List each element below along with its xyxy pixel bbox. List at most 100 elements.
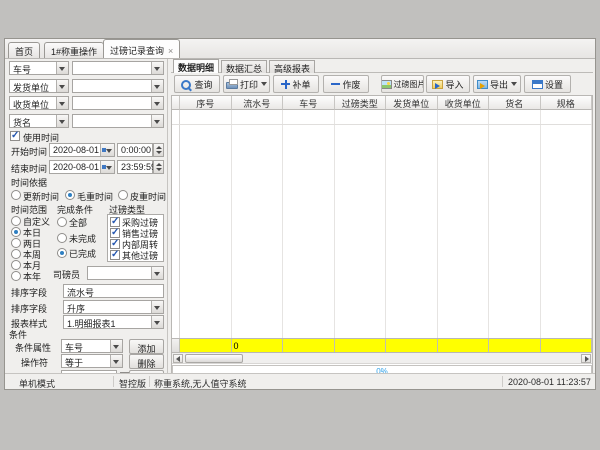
print-button[interactable]: 打印 bbox=[223, 75, 270, 93]
radio-finish-all[interactable] bbox=[57, 217, 67, 227]
export-button[interactable]: 导出 bbox=[473, 75, 521, 93]
radio-finish-incomplete[interactable] bbox=[57, 233, 67, 243]
weigher-row: 司磅员 bbox=[5, 266, 167, 280]
radio-update-time[interactable] bbox=[11, 190, 21, 200]
start-time-stepper[interactable] bbox=[153, 143, 164, 157]
minus-icon bbox=[331, 80, 340, 89]
tab-weigh-record-query[interactable]: 过磅记录查询× bbox=[103, 39, 180, 58]
tab-advanced-report[interactable]: 高级报表 bbox=[269, 60, 315, 73]
settings-button[interactable]: 设置 bbox=[524, 75, 571, 93]
filter-value-select-2[interactable] bbox=[72, 79, 164, 93]
end-time-row: 结束时间 2020-08-01 23:59:59 bbox=[5, 160, 167, 174]
filter-field-select-2[interactable]: 发货单位 bbox=[9, 79, 69, 93]
sort-order-select[interactable]: 升序 bbox=[63, 300, 164, 314]
operator-row: 操作符 等于 删除 bbox=[5, 354, 167, 368]
chevron-down-icon[interactable] bbox=[110, 340, 122, 352]
checkbox-purchase-weigh[interactable] bbox=[110, 217, 120, 227]
condition-attr-row: 条件属性 车号 添加 bbox=[5, 339, 167, 353]
chevron-down-icon[interactable] bbox=[56, 115, 68, 127]
radio-finish-complete[interactable] bbox=[57, 248, 67, 258]
report-style-select[interactable]: 1.明细报表1 bbox=[63, 315, 164, 329]
void-button[interactable]: 作废 bbox=[323, 75, 369, 93]
column-header-goods[interactable]: 货名 bbox=[489, 96, 541, 110]
chevron-down-icon[interactable] bbox=[56, 80, 68, 92]
condition-attr-label: 条件属性 bbox=[15, 341, 51, 354]
column-header-serial[interactable]: 流水号 bbox=[232, 96, 284, 110]
start-date-field[interactable]: 2020-08-01 bbox=[49, 143, 115, 157]
radio-gross-time[interactable] bbox=[65, 190, 75, 200]
filter-row-goods: 货名 bbox=[5, 114, 167, 128]
query-button[interactable]: 查询 bbox=[174, 75, 220, 93]
radio-range-two-days[interactable] bbox=[11, 238, 21, 248]
tab-weighing-operation[interactable]: 1#称重操作 bbox=[44, 42, 104, 58]
sort-field-input[interactable]: 流水号 bbox=[63, 284, 164, 298]
calendar-icon[interactable] bbox=[100, 144, 114, 156]
filter-value-select-1[interactable] bbox=[72, 61, 164, 75]
start-time-label: 开始时间 bbox=[11, 145, 47, 158]
column-header-shipper[interactable]: 发货单位 bbox=[386, 96, 438, 110]
chevron-down-icon[interactable] bbox=[56, 97, 68, 109]
start-time-field[interactable]: 0:00:00 bbox=[117, 143, 153, 157]
grid-body bbox=[172, 110, 592, 338]
end-date-field[interactable]: 2020-08-01 bbox=[49, 160, 115, 174]
chevron-down-icon[interactable] bbox=[56, 62, 68, 74]
chevron-down-icon[interactable] bbox=[151, 80, 163, 92]
tab-data-detail[interactable]: 数据明细 bbox=[173, 59, 219, 73]
chevron-down-icon[interactable] bbox=[151, 301, 163, 313]
chevron-down-icon[interactable] bbox=[151, 267, 163, 279]
import-button[interactable]: 导入 bbox=[426, 75, 470, 93]
filter-field-select-3[interactable]: 收货单位 bbox=[9, 96, 69, 110]
chevron-down-icon[interactable] bbox=[151, 316, 163, 328]
status-message: 称重系统,无人值守系统 bbox=[154, 377, 247, 390]
column-header-receiver[interactable]: 收货单位 bbox=[438, 96, 490, 110]
filter-panel: 车号 发货单位 收货单位 货名 使用时间 开始时间 2020-08-0 bbox=[5, 59, 168, 373]
scrollbar-thumb[interactable] bbox=[185, 354, 243, 363]
use-time-checkbox[interactable] bbox=[10, 131, 20, 141]
weigh-type-listbox: 采购过磅 销售过磅 内部周转 其他过磅 bbox=[107, 214, 164, 262]
grid-toolbar: 查询 打印 补单 作废 过磅图片 导入 导出 设置 bbox=[171, 73, 593, 95]
weigher-select[interactable] bbox=[87, 266, 164, 280]
radio-range-this-week[interactable] bbox=[11, 249, 21, 259]
finish-condition-label: 完成条件 bbox=[57, 203, 93, 216]
filter-field-select-4[interactable]: 货名 bbox=[9, 114, 69, 128]
chevron-down-icon[interactable] bbox=[151, 115, 163, 127]
checkbox-other-weigh[interactable] bbox=[110, 250, 120, 260]
checkbox-sales-weigh[interactable] bbox=[110, 228, 120, 238]
column-header-spec[interactable]: 规格 bbox=[541, 96, 593, 110]
content-area: 车号 发货单位 收货单位 货名 使用时间 开始时间 2020-08-0 bbox=[5, 59, 595, 373]
operator-select[interactable]: 等于 bbox=[61, 354, 123, 368]
filter-value-select-3[interactable] bbox=[72, 96, 164, 110]
weigh-photos-button[interactable]: 过磅图片 bbox=[381, 75, 424, 93]
tab-data-summary[interactable]: 数据汇总 bbox=[221, 60, 267, 73]
close-icon[interactable]: × bbox=[168, 46, 173, 56]
horizontal-scrollbar[interactable] bbox=[172, 353, 592, 364]
calendar-icon[interactable] bbox=[100, 161, 114, 173]
radio-range-today[interactable] bbox=[11, 227, 21, 237]
radio-tare-time[interactable] bbox=[118, 190, 128, 200]
grid-header-row: 序号 流水号 车号 过磅类型 发货单位 收货单位 货名 规格 bbox=[172, 96, 592, 110]
scroll-left-icon[interactable] bbox=[173, 354, 183, 363]
tab-home[interactable]: 首页 bbox=[8, 42, 40, 58]
add-condition-button[interactable]: 添加 bbox=[129, 339, 164, 354]
chevron-down-icon[interactable] bbox=[110, 355, 122, 367]
column-header-seq[interactable]: 序号 bbox=[180, 96, 232, 110]
end-time-stepper[interactable] bbox=[153, 160, 164, 174]
summary-serial-count: 0 bbox=[232, 339, 284, 352]
status-datetime: 2020-08-01 11:23:57 bbox=[508, 377, 591, 387]
operator-label: 操作符 bbox=[21, 356, 48, 369]
app-window: 首页 1#称重操作 过磅记录查询× 车号 发货单位 收货单位 货名 bbox=[4, 38, 596, 390]
column-header-vehicle[interactable]: 车号 bbox=[283, 96, 335, 110]
delete-condition-button[interactable]: 删除 bbox=[129, 354, 164, 369]
supplement-order-button[interactable]: 补单 bbox=[273, 75, 319, 93]
condition-attr-select[interactable]: 车号 bbox=[61, 339, 123, 353]
checkbox-internal-transfer[interactable] bbox=[110, 239, 120, 249]
sort-order-label: 排序字段 bbox=[11, 302, 47, 315]
filter-value-select-4[interactable] bbox=[72, 114, 164, 128]
end-time-field[interactable]: 23:59:59 bbox=[117, 160, 153, 174]
radio-range-custom[interactable] bbox=[11, 216, 21, 226]
chevron-down-icon[interactable] bbox=[151, 62, 163, 74]
filter-field-select-1[interactable]: 车号 bbox=[9, 61, 69, 75]
chevron-down-icon[interactable] bbox=[151, 97, 163, 109]
scroll-right-icon[interactable] bbox=[581, 354, 591, 363]
column-header-weigh-type[interactable]: 过磅类型 bbox=[335, 96, 387, 110]
